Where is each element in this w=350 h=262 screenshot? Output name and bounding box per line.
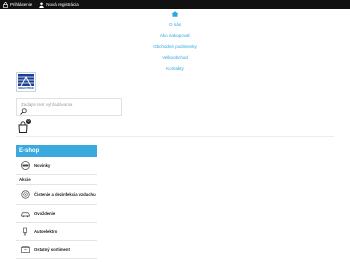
menu-item-novinky[interactable]: Novinky	[16, 157, 97, 175]
user-icon	[38, 2, 44, 8]
menu-item-ovozdenie[interactable]: Ovoždenie	[16, 205, 97, 223]
register-link[interactable]: Nová registrácia	[38, 0, 79, 9]
nav-item-terms[interactable]: Obchodné podmienky	[0, 44, 350, 49]
login-label: Prihlásenie	[10, 2, 33, 7]
menu-item-label: Autoelektro	[34, 229, 58, 234]
home-icon[interactable]	[171, 11, 179, 17]
box-icon	[20, 245, 30, 255]
search-icon[interactable]	[20, 108, 27, 115]
cart-button[interactable]: 0	[18, 119, 31, 133]
new-badge-icon	[20, 161, 30, 171]
header-divider	[16, 136, 334, 137]
sidebar-title: E-shop	[16, 145, 97, 157]
menu-item-air-cleaning[interactable]: Čistenie a dezinfekcia vzduchu	[16, 185, 97, 205]
nav-item-how-to-buy[interactable]: Ako nakupovať	[0, 33, 350, 38]
menu-item-label: Ostatný sortiment	[34, 247, 70, 252]
nav-item-contacts[interactable]: Kontakty	[0, 66, 350, 71]
cart-count-badge: 0	[26, 119, 31, 124]
search-input[interactable]	[21, 101, 117, 107]
lock-icon	[2, 1, 8, 8]
menu-item-label: Ovoždenie	[34, 211, 56, 216]
nav-item-wholesale[interactable]: Velkoobchod	[0, 55, 350, 60]
menu-item-akcie[interactable]: Akcie	[16, 175, 97, 185]
air-purifier-icon	[20, 190, 30, 200]
search-box	[16, 98, 122, 116]
login-link[interactable]: Prihlásenie	[2, 0, 32, 9]
nav-item-about[interactable]: O nás	[0, 22, 350, 27]
category-menu: Novinky Akcie Čistenie a dezinfekcia vzd…	[16, 157, 97, 259]
menu-item-label: Novinky	[34, 163, 51, 168]
menu-item-label: Čistenie a dezinfekcia vzduchu	[34, 192, 96, 197]
car-icon	[20, 209, 30, 219]
menu-item-ostatny-sortiment[interactable]: Ostatný sortiment	[16, 241, 97, 259]
logo-text: BENAUTRON	[18, 86, 34, 90]
logo[interactable]: BENAUTRON	[16, 72, 36, 92]
logo-mark	[18, 74, 34, 87]
fuse-icon	[20, 227, 30, 237]
main-nav: O nás Ako nakupovať Obchodné podmienky V…	[0, 11, 350, 71]
menu-item-autoelektro[interactable]: Autoelektro	[16, 223, 97, 241]
register-label: Nová registrácia	[46, 2, 79, 7]
top-bar: Prihlásenie Nová registrácia	[0, 0, 350, 9]
